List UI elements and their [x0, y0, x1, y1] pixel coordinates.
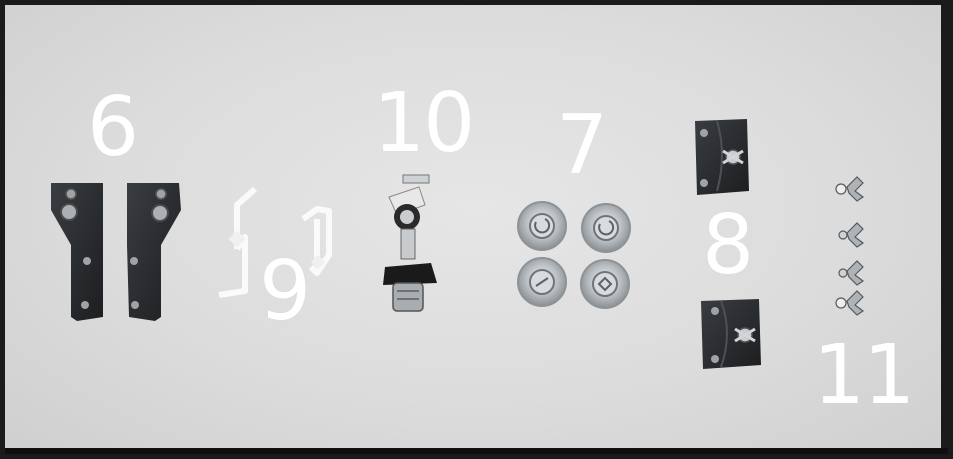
parts-illustration: [51, 119, 865, 369]
part-number-9: 9: [259, 244, 311, 339]
wing-screw: [835, 176, 865, 202]
round-latch: [581, 203, 631, 253]
part-number-10: 10: [373, 76, 475, 171]
part-number-8: 8: [702, 198, 754, 293]
wing-screw-set: [835, 176, 865, 316]
round-latch: [580, 259, 630, 309]
part-number-11: 11: [813, 328, 915, 423]
plastic-clip-large: [218, 186, 257, 298]
round-latch: [517, 201, 567, 251]
wing-screw: [838, 222, 865, 248]
frame-edge-bottom: [5, 448, 948, 454]
bracket-bottom: [701, 299, 761, 369]
bracket-top: [695, 119, 749, 195]
frame-edge-right: [941, 5, 948, 454]
lock-and-keys: [383, 174, 437, 312]
part-number-6: 6: [87, 80, 139, 175]
mounting-plate-left: [51, 183, 103, 321]
parts-photo: 6 9 10 7 8 11: [0, 0, 953, 459]
round-latch-set: [517, 201, 631, 309]
part-number-7: 7: [556, 98, 608, 193]
round-latch: [517, 257, 567, 307]
wing-screw: [838, 260, 865, 286]
wing-screw: [835, 290, 865, 316]
mounting-plate-right: [127, 183, 181, 321]
